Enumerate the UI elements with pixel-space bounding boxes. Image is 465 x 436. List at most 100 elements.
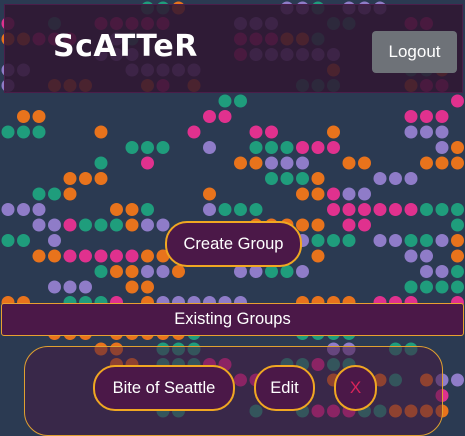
background-dot: [296, 156, 309, 170]
background-dot: [141, 280, 154, 294]
background-dot: [280, 141, 294, 154]
background-dot: [125, 203, 139, 216]
background-dot: [420, 156, 433, 170]
background-dot: [79, 249, 92, 263]
background-dot: [420, 265, 433, 278]
background-dot: [327, 203, 340, 216]
background-dot: [435, 234, 449, 247]
background-dot: [110, 218, 123, 232]
background-dot: [17, 125, 30, 139]
background-dot: [32, 110, 46, 123]
background-dot: [373, 172, 387, 185]
background-dot: [451, 156, 464, 170]
background-dot: [234, 203, 247, 216]
background-dot: [203, 141, 216, 154]
background-dot: [63, 249, 77, 263]
background-dot: [48, 218, 61, 232]
background-dot: [94, 249, 108, 263]
background-dot: [311, 218, 325, 232]
background-dot: [63, 218, 77, 232]
background-dot: [141, 156, 154, 170]
background-dot: [218, 110, 232, 123]
background-dot: [156, 141, 170, 154]
background-dot: [17, 203, 30, 216]
background-dot: [451, 249, 464, 263]
background-dot: [435, 203, 449, 216]
background-dot: [296, 265, 309, 278]
background-dot: [342, 156, 356, 170]
background-dot: [435, 265, 449, 278]
background-dot: [373, 203, 387, 216]
background-dot: [265, 156, 278, 170]
background-dot: [420, 249, 433, 263]
background-dot: [327, 234, 340, 247]
background-dot: [358, 187, 371, 201]
background-dot: [94, 265, 108, 278]
background-dot: [79, 218, 92, 232]
background-dot: [32, 203, 46, 216]
background-dot: [389, 172, 402, 185]
background-dot: [389, 203, 402, 216]
background-dot: [249, 156, 263, 170]
background-dot: [94, 156, 108, 170]
background-dot: [265, 141, 278, 154]
delete-group-button[interactable]: X: [334, 365, 377, 411]
background-dot: [451, 234, 464, 247]
background-dot: [280, 265, 294, 278]
background-dot: [94, 172, 108, 185]
background-dot: [234, 156, 247, 170]
background-dot: [125, 265, 139, 278]
background-dot: [172, 265, 185, 278]
background-dot: [404, 125, 418, 139]
background-dot: [435, 156, 449, 170]
background-dot: [1, 125, 15, 139]
background-dot: [342, 218, 356, 232]
group-name-button[interactable]: Bite of Seattle: [93, 365, 235, 411]
background-dot: [79, 280, 92, 294]
background-dot: [327, 187, 340, 201]
background-dot: [311, 141, 325, 154]
background-dot: [404, 110, 418, 123]
background-dot: [125, 218, 139, 232]
background-dot: [296, 187, 309, 201]
background-dot: [48, 234, 61, 247]
background-dot: [404, 203, 418, 216]
background-dot: [435, 141, 449, 154]
background-dot: [125, 249, 139, 263]
background-dot: [32, 249, 46, 263]
background-dot: [311, 249, 325, 263]
background-dot: [110, 249, 123, 263]
background-dot: [420, 280, 433, 294]
background-dot: [404, 234, 418, 247]
logout-button[interactable]: Logout: [372, 31, 457, 73]
background-dot: [451, 265, 464, 278]
background-dot: [187, 125, 201, 139]
background-dot: [79, 172, 92, 185]
background-dot: [203, 187, 216, 201]
background-dot: [141, 265, 154, 278]
background-dot: [280, 172, 294, 185]
background-dot: [358, 156, 371, 170]
background-dot: [63, 187, 77, 201]
background-dot: [110, 203, 123, 216]
create-group-button[interactable]: Create Group: [165, 221, 302, 267]
background-dot: [435, 280, 449, 294]
background-dot: [17, 110, 30, 123]
background-dot: [94, 125, 108, 139]
background-dot: [280, 156, 294, 170]
background-dot: [451, 373, 464, 387]
background-dot: [358, 218, 371, 232]
app-header: ScATTeR Logout: [4, 4, 463, 93]
app-logo[interactable]: ScATTeR: [53, 29, 198, 64]
background-dot: [249, 203, 263, 216]
background-dot: [435, 125, 449, 139]
edit-group-button[interactable]: Edit: [254, 365, 315, 411]
background-dot: [125, 280, 139, 294]
background-dot: [451, 203, 464, 216]
background-dot: [218, 94, 232, 108]
background-dot: [420, 125, 433, 139]
background-dot: [373, 234, 387, 247]
background-dot: [311, 234, 325, 247]
background-dot: [451, 94, 464, 108]
background-dot: [311, 172, 325, 185]
